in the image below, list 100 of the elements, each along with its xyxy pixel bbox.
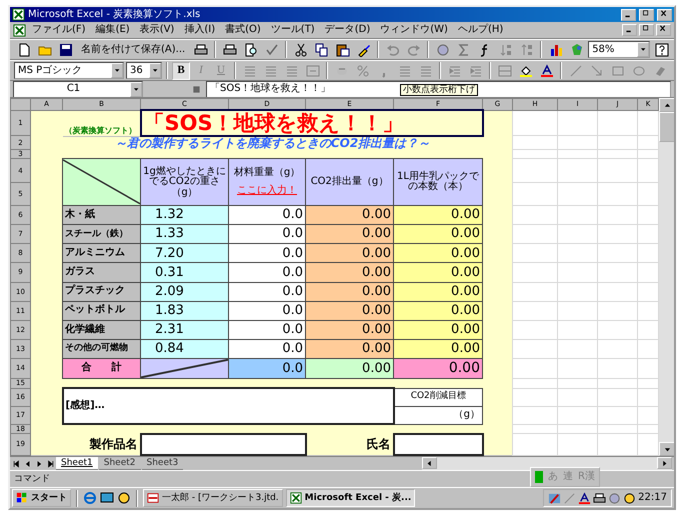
table-cell: 0.0 [228,339,306,358]
table-cell: 2.31 [140,320,228,340]
print-icon[interactable] [222,42,237,56]
table-cell: 0.0 [228,301,306,320]
zoom-value: 58% [592,44,614,56]
input-hint: ここに入力！ [236,186,298,197]
new-document-icon[interactable] [16,42,30,56]
product-name-label: 製作品名 [62,434,140,455]
tooltip: 小数点表示桁下げ [400,84,478,96]
scroll-left-icon[interactable] [425,458,434,468]
material-name: スチール（鉄） [62,224,140,244]
table-cell: 0.00 [394,224,482,244]
scroll-thumb[interactable] [659,112,674,142]
target-label: CO2削減目標 [394,388,482,406]
column-heading: 1L用牛乳パックでの本数（本） [394,158,482,206]
sheet-title: 「SOS！地球を救え！！」 [140,110,482,136]
menu-item[interactable]: ファイル(F) [28,24,90,36]
menu-item[interactable]: 編集(E) [92,24,134,36]
table-cell: 1.33 [140,224,228,244]
status-text: コマンド [14,474,50,484]
material-name: ペットボトル [62,301,140,320]
name-field[interactable] [394,434,482,455]
print-preview-icon[interactable] [244,42,258,56]
cell-reference: C1 [66,83,82,95]
table-cell: 0.00 [394,320,482,340]
material-name: その他の可燃物 [62,339,140,358]
material-name: 木・紙 [62,206,140,225]
taskbar-button[interactable]: 一太郎 - [ワークシート3.jtd. [143,489,283,507]
material-name: アルミニウム [62,244,140,263]
bold-button[interactable]: B [172,62,190,80]
font-field[interactable]: MS Pゴシック [14,62,124,79]
taskbar-button[interactable]: Microsoft Excel - 炭... [286,489,416,507]
excel-icon [290,492,302,504]
table-cell: 0.00 [306,262,394,282]
table-cell: 0.00 [306,206,394,225]
menu-item[interactable]: ウィンドウ(W) [376,24,452,36]
fill-color-icon[interactable] [518,64,532,78]
table-cell: 2.09 [140,282,228,302]
name-box[interactable]: C1 [13,80,143,98]
table-cell: 0.00 [306,224,394,244]
font-size-value: 36 [130,64,143,76]
menu-item[interactable]: 表示(V) [136,24,178,36]
material-name: ガラス [62,262,140,282]
help-icon[interactable] [654,42,669,56]
sheet-tab[interactable]: Sheet2 [98,457,140,470]
printer-icon[interactable] [194,42,208,56]
cut-icon[interactable] [294,42,308,56]
table-cell: 0.0 [228,358,306,379]
workbook-icon[interactable] [13,24,26,36]
first-sheet-icon[interactable] [12,458,22,468]
menu-item[interactable]: データ(D) [320,24,374,36]
table-cell: 0.0 [228,262,306,282]
sheet-tab[interactable]: Sheet3 [142,457,184,470]
material-name: プラスチック [62,282,140,302]
horizontal-scrollbar[interactable] [422,457,672,470]
table-cell: 0.00 [394,206,482,225]
table-cell: 0.00 [306,301,394,320]
last-sheet-icon[interactable] [45,458,55,468]
table-cell: 0.00 [394,262,482,282]
column-heading: 材料重量（g） [232,168,302,178]
total-label: 合 計 [62,358,140,379]
chart-icon[interactable] [548,42,563,56]
table-cell: 7.20 [140,244,228,263]
paste-icon[interactable] [336,42,350,56]
format-painter-icon[interactable] [356,42,371,56]
edit-formula-icon[interactable] [191,84,202,94]
copy-icon[interactable] [314,42,329,56]
menu-item[interactable]: 書式(O) [221,24,265,36]
save-icon[interactable] [58,42,72,56]
font-size-field[interactable]: 36 [126,62,162,79]
table-cell: 0.84 [140,339,228,358]
document-icon [147,492,159,504]
desktop-icon[interactable] [100,491,114,505]
menu-item[interactable]: 挿入(I) [180,24,220,36]
scroll-right-icon[interactable] [660,458,669,468]
font-color-icon[interactable] [540,64,554,78]
menu-item[interactable]: ヘルプ(H) [454,24,508,36]
table-cell: 1.32 [140,206,228,225]
table-cell: 0.31 [140,262,228,282]
table-cell: 0.0 [228,244,306,263]
table-cell: 0.00 [394,358,482,379]
sheet-tab[interactable]: Sheet1 [56,457,98,470]
vertical-scrollbar[interactable] [659,98,674,456]
window-title: Microsoft Excel - 炭素換算ソフト.xls [28,8,202,20]
font-name: MS Pゴシック [18,64,82,76]
impressions-box: [感想]… [62,388,394,424]
table-cell: 0.00 [394,301,482,320]
excel-icon [12,8,25,21]
table-cell: 0.00 [306,320,394,340]
table-cell: 0.0 [228,320,306,340]
start-button[interactable]: スタート [12,489,71,507]
table-cell: 1.83 [140,301,228,320]
spelling-icon[interactable] [264,42,279,56]
menu-item[interactable]: ツール(T) [266,24,319,36]
table-cell: 0.00 [394,282,482,302]
column-heading: 1g燃やしたときにでるCO2の重さ（g） [140,158,228,206]
table-cell: 0.00 [306,358,394,379]
product-name-field[interactable] [140,434,306,455]
save-as-button[interactable]: 名前を付けて保存(A)... [77,44,190,56]
zoom-field[interactable]: 58% [588,41,650,58]
